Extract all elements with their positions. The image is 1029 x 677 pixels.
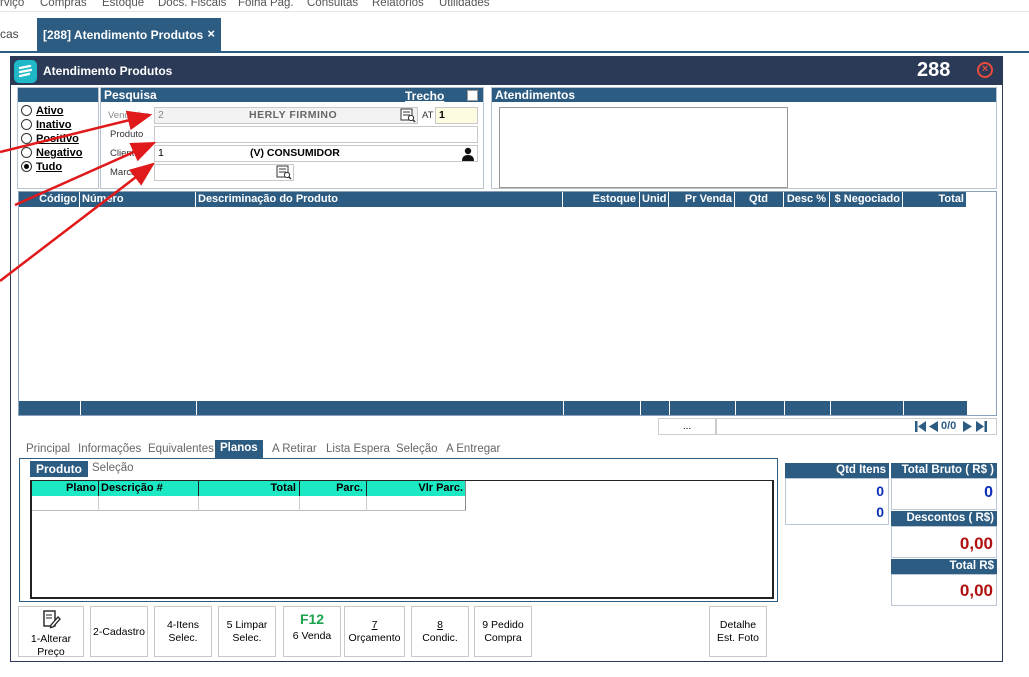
annotation-arrow-produto <box>14 141 157 207</box>
annotation-arrows <box>0 110 157 282</box>
annotation-arrow-cliente <box>0 162 155 282</box>
annotation-arrow-vendedor <box>0 110 153 154</box>
